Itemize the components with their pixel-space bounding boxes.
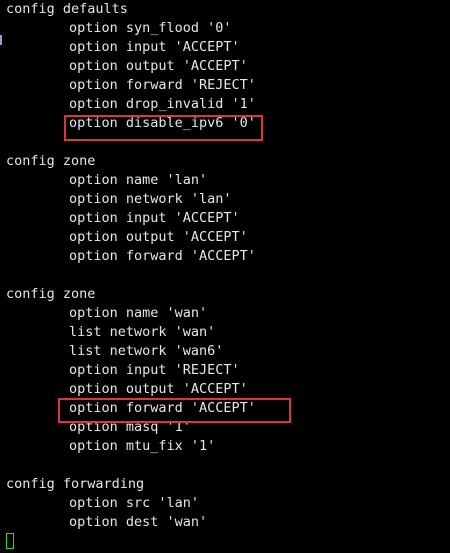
config-line: option forward 'ACCEPT' xyxy=(69,248,256,264)
config-line: option input 'ACCEPT' xyxy=(69,39,240,55)
config-line: option drop_invalid '1' xyxy=(69,96,256,112)
config-forwarding-header: config forwarding xyxy=(6,476,145,492)
config-line: option dest 'wan' xyxy=(69,514,208,530)
config-line: option syn_flood '0' xyxy=(69,20,232,36)
config-line: option network 'lan' xyxy=(69,191,232,207)
config-line: list network 'wan' xyxy=(69,324,216,340)
config-defaults-header: config defaults xyxy=(6,1,128,17)
highlight-box-disable-ipv6 xyxy=(64,115,263,141)
config-line: option output 'ACCEPT' xyxy=(69,229,248,245)
config-line: list network 'wan6' xyxy=(69,343,224,359)
config-line: option output 'ACCEPT' xyxy=(69,58,248,74)
config-line: option mtu_fix '1' xyxy=(69,438,216,454)
config-line: option src 'lan' xyxy=(69,495,200,511)
config-line: option input 'REJECT' xyxy=(69,362,240,378)
terminal-window[interactable]: config defaults option syn_flood '0' opt… xyxy=(0,0,450,553)
terminal-cursor xyxy=(6,533,14,549)
config-line: option name 'wan' xyxy=(69,305,208,321)
config-zone-wan-header: config zone xyxy=(6,286,96,302)
config-line: option forward 'REJECT' xyxy=(69,77,256,93)
config-line: option input 'ACCEPT' xyxy=(69,210,240,226)
config-line: option output 'ACCEPT' xyxy=(69,381,248,397)
scroll-indicator xyxy=(0,35,2,45)
config-zone-lan-header: config zone xyxy=(6,153,96,169)
config-line: option name 'lan' xyxy=(69,172,208,188)
highlight-box-wan-forward xyxy=(58,398,291,423)
